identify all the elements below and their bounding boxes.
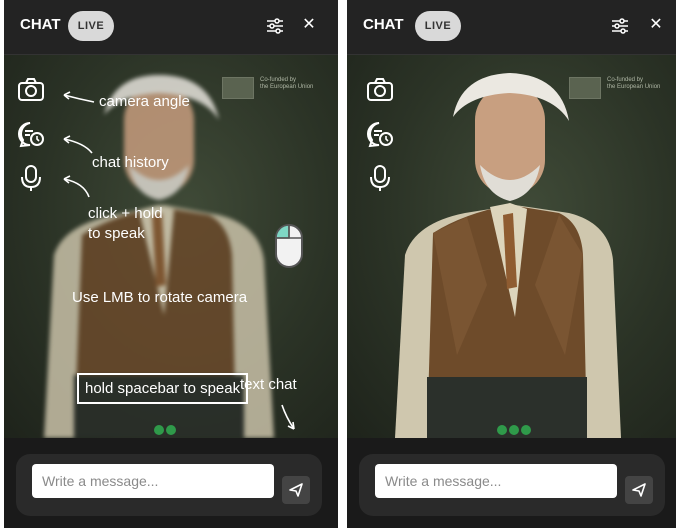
- eu-flag-logo: [222, 77, 254, 99]
- composer-bar: [4, 438, 338, 528]
- header-bar: CHAT LIVE ✕: [347, 0, 676, 55]
- sliders-icon: [612, 18, 628, 34]
- chat-history-button[interactable]: [16, 119, 46, 149]
- message-input[interactable]: [375, 464, 617, 498]
- live-toggle-button[interactable]: LIVE: [68, 11, 114, 41]
- send-icon: [289, 483, 303, 497]
- annotation-spacebar: hold spacebar to speak: [77, 373, 249, 404]
- camera-angle-button[interactable]: [365, 75, 395, 105]
- send-button[interactable]: [625, 476, 653, 504]
- annotation-to-speak: to speak: [88, 225, 145, 242]
- microphone-icon: [21, 165, 41, 191]
- annotation-text-chat: text chat: [240, 376, 297, 393]
- eu-funding-text: Co-funded by the European Union: [260, 77, 314, 90]
- chat-history-button[interactable]: [365, 119, 395, 149]
- close-button[interactable]: ✕: [298, 14, 320, 36]
- camera-icon: [367, 78, 393, 101]
- annotation-camera-angle: camera angle: [99, 93, 190, 110]
- status-dot: [166, 425, 176, 435]
- composer-bar: [347, 438, 676, 528]
- chat-panel: CHAT LIVE ✕ Co-funded by the European Un…: [347, 0, 676, 528]
- status-dot: [509, 425, 519, 435]
- microphone-button[interactable]: [365, 163, 395, 193]
- status-indicator: [154, 422, 178, 436]
- chat-title: CHAT: [363, 16, 404, 33]
- live-toggle-button[interactable]: LIVE: [415, 11, 461, 41]
- eu-funding-text: Co-funded by the European Union: [607, 77, 661, 90]
- microphone-icon: [370, 165, 390, 191]
- chat-history-icon: [367, 122, 393, 148]
- camera-angle-button[interactable]: [16, 75, 46, 105]
- annotation-rotate-camera: Use LMB to rotate camera: [72, 289, 248, 306]
- status-dot: [497, 425, 507, 435]
- status-dot: [154, 425, 164, 435]
- send-icon: [632, 483, 646, 497]
- avatar-viewport[interactable]: Co-funded by the European Union: [4, 55, 338, 438]
- chat-panel-tutorial: CHAT LIVE ✕ Co-funded by the European Un…: [4, 0, 338, 528]
- annotation-click-hold: click + hold: [88, 205, 163, 222]
- send-button[interactable]: [282, 476, 310, 504]
- chat-title: CHAT: [20, 16, 61, 33]
- status-dot: [521, 425, 531, 435]
- mouse-icon: [275, 224, 303, 268]
- microphone-button[interactable]: [16, 163, 46, 193]
- avatar-viewport[interactable]: Co-funded by the European Union: [347, 55, 676, 438]
- eu-flag-logo: [569, 77, 601, 99]
- status-indicator: [497, 422, 533, 436]
- avatar-image: [395, 73, 621, 438]
- composer-container: [359, 454, 665, 516]
- settings-button[interactable]: [264, 15, 286, 37]
- close-icon: ✕: [649, 16, 663, 33]
- annotation-chat-history: chat history: [92, 154, 169, 171]
- settings-button[interactable]: [609, 15, 631, 37]
- header-bar: CHAT LIVE ✕: [4, 0, 338, 55]
- message-input[interactable]: [32, 464, 274, 498]
- close-icon: ✕: [302, 16, 316, 33]
- composer-container: [16, 454, 322, 516]
- image-divider: [338, 0, 347, 528]
- close-button[interactable]: ✕: [645, 14, 667, 36]
- sliders-icon: [267, 18, 283, 34]
- camera-icon: [18, 78, 44, 101]
- chat-history-icon: [18, 122, 44, 148]
